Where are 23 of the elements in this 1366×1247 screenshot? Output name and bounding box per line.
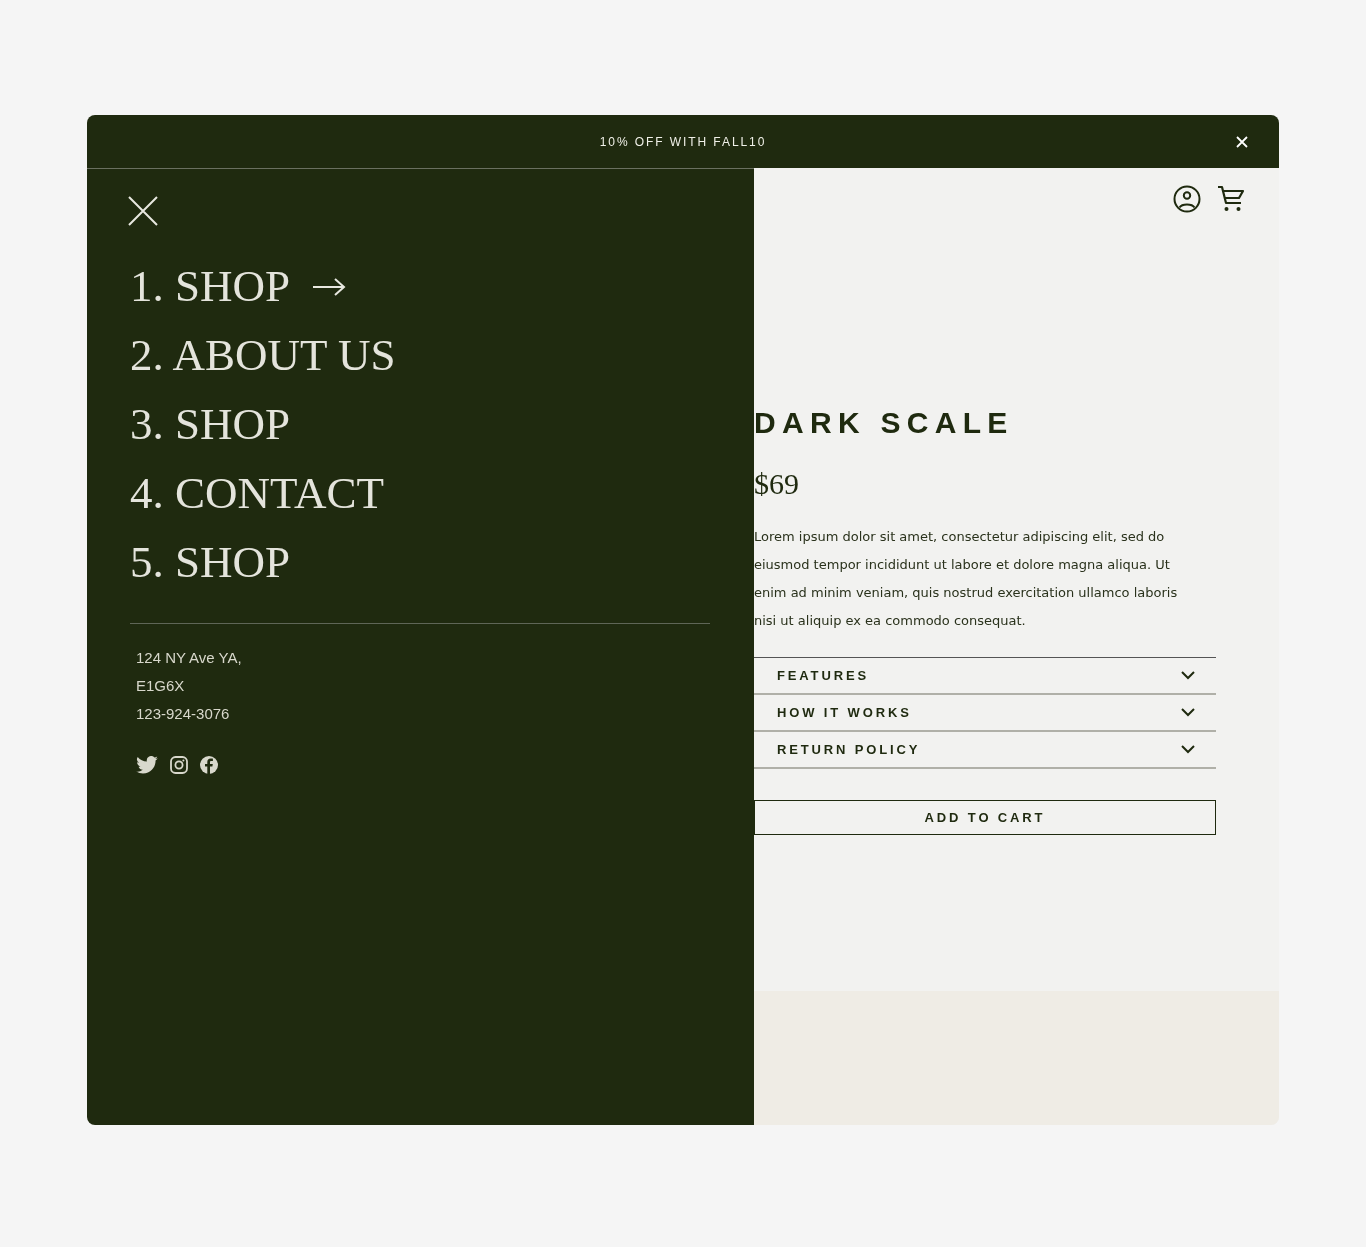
menu-link[interactable]: 5. SHOP xyxy=(130,528,291,597)
arrow-icon xyxy=(312,276,347,297)
accordion-header[interactable]: FEATURES xyxy=(754,658,1216,695)
menu-link[interactable]: 4. CONTACT xyxy=(130,459,384,528)
contact-text: 123-924-3076 xyxy=(136,704,231,724)
accordion-header[interactable]: HOW IT WORKS xyxy=(754,695,1216,732)
facebook-icon[interactable] xyxy=(200,756,218,774)
product-price: $69 xyxy=(754,467,800,501)
add-to-cart-button[interactable]: ADD TO CART xyxy=(754,800,1216,835)
promo-text: 10% OFF WITH FALL10 xyxy=(599,134,767,149)
contact-text: 124 NY Ave YA, xyxy=(136,648,243,668)
product-description: Lorem ipsum dolor sit amet, consectetur adipiscing elit, sed do eiusmod tempor incididunt ut labore et dolore magna aliqua. Ut enim ad minim veniam, quis nostrud exercitation ullamco laboris nisi ut aliquip ex ea commodo consequat. xyxy=(754,528,1179,630)
bird-icon[interactable] xyxy=(136,756,158,774)
close-icon[interactable] xyxy=(128,196,158,226)
menu-link[interactable]: 2. ABOUT US xyxy=(130,321,396,390)
menu-link[interactable]: 1. SHOP xyxy=(130,252,347,321)
accordion-header[interactable]: RETURN POLICY xyxy=(754,732,1216,769)
menu-link[interactable]: 3. SHOP xyxy=(130,390,291,459)
account-icon[interactable] xyxy=(1173,185,1201,213)
instagram-icon[interactable] xyxy=(170,756,188,774)
cart-icon[interactable] xyxy=(1217,185,1245,213)
product-title: DARK SCALE xyxy=(754,405,1015,441)
contact-text: E1G6X xyxy=(136,676,186,696)
